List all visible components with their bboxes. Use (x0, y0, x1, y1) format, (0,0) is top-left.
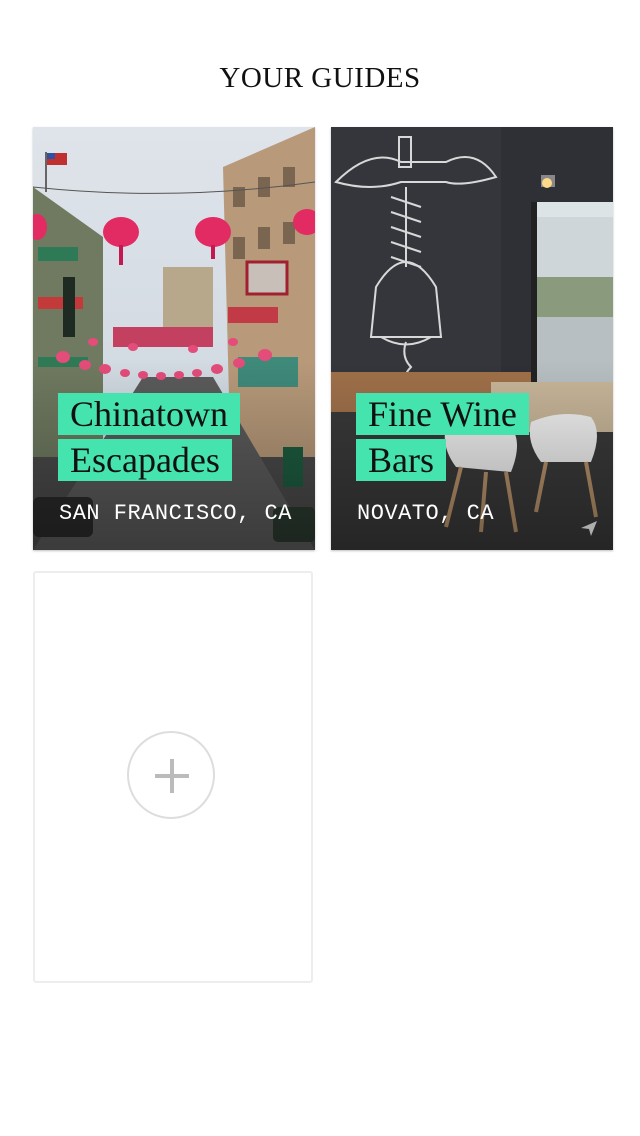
plus-icon (155, 759, 189, 793)
guide-location: NOVATO, CA (357, 501, 495, 526)
add-guide-card[interactable] (33, 571, 313, 983)
share-arrow-icon[interactable] (579, 518, 599, 538)
guide-title-line: Bars (356, 439, 446, 481)
guide-title-line: Fine Wine (356, 393, 529, 435)
card-shade (33, 127, 315, 550)
page-title: YOUR GUIDES (219, 62, 421, 94)
guide-title-line: Escapades (58, 439, 232, 481)
add-guide-button[interactable] (127, 731, 215, 819)
guide-title-line: Chinatown (58, 393, 240, 435)
guide-location: SAN FRANCISCO, CA (59, 501, 292, 526)
guide-title: Chinatown Escapades (58, 393, 298, 485)
guide-card-chinatown[interactable]: Chinatown Escapades SAN FRANCISCO, CA (33, 127, 315, 550)
guide-title: Fine Wine Bars (356, 393, 596, 485)
card-shade (331, 127, 613, 550)
guide-card-fine-wine[interactable]: Fine Wine Bars NOVATO, CA (331, 127, 613, 550)
